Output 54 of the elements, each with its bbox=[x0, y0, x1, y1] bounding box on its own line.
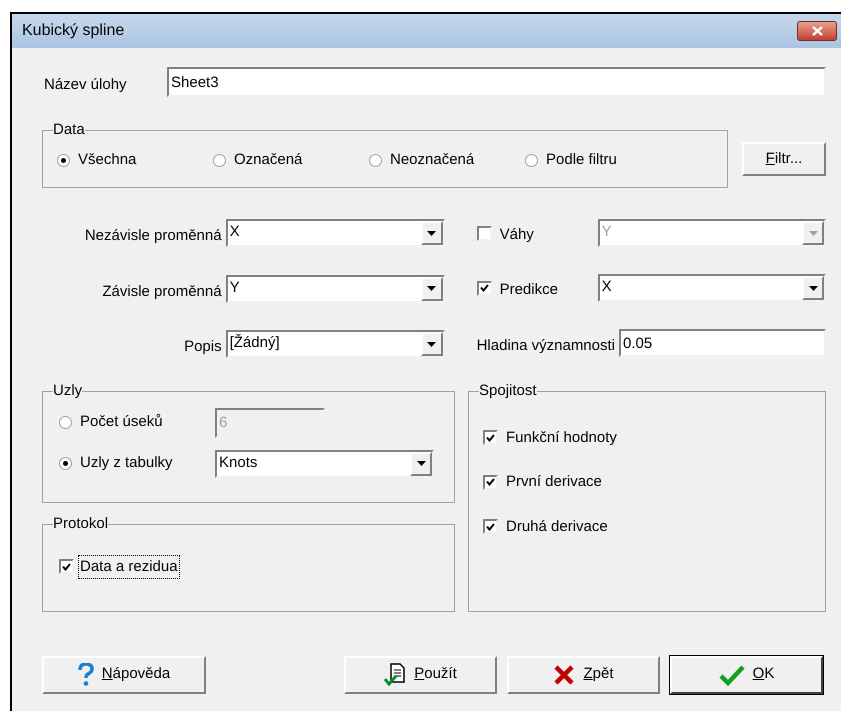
radio-button[interactable] bbox=[59, 416, 72, 429]
dropdown-field[interactable]: Knots bbox=[215, 450, 434, 478]
radio-button[interactable] bbox=[213, 154, 226, 166]
checkbox-label: První derivace bbox=[506, 472, 602, 492]
close-icon bbox=[812, 26, 822, 36]
checkbox[interactable] bbox=[483, 474, 498, 490]
field-label: Hladina významnosti bbox=[476, 336, 615, 356]
field-label: Nezávisle proměnná bbox=[84, 226, 222, 246]
dropdown-field[interactable]: X bbox=[226, 219, 445, 248]
radio-label: Počet úseků bbox=[80, 412, 164, 432]
radio-button[interactable] bbox=[57, 154, 70, 166]
radio-button[interactable] bbox=[525, 154, 538, 166]
checkbox-label: Funkční hodnoty bbox=[506, 428, 617, 448]
check-icon bbox=[486, 434, 495, 442]
dropdown-field[interactable]: X bbox=[598, 274, 826, 302]
radio-button[interactable] bbox=[369, 154, 382, 166]
dropdown-field[interactable]: [Žádný] bbox=[226, 330, 445, 358]
radio-button[interactable] bbox=[59, 457, 72, 470]
checkbox-label: Predikce bbox=[500, 280, 559, 300]
cancel-button[interactable]: Zpět bbox=[507, 656, 660, 694]
checkbox-label: Váhy bbox=[500, 224, 535, 245]
field-label: Název úlohy bbox=[43, 74, 128, 94]
radio-label: Označená bbox=[234, 150, 302, 170]
check-icon bbox=[62, 562, 71, 571]
checkbox[interactable] bbox=[483, 430, 498, 446]
apply-button[interactable]: Použít bbox=[344, 656, 497, 694]
field-label: Závisle proměnná bbox=[102, 282, 222, 302]
cross-icon bbox=[553, 664, 576, 686]
close-button[interactable] bbox=[797, 21, 837, 41]
significance-field[interactable]: 0.05 bbox=[619, 329, 826, 358]
check-icon bbox=[486, 522, 495, 531]
checkbox-label: Data a rezidua bbox=[78, 554, 180, 579]
checkbox[interactable] bbox=[476, 280, 492, 296]
radio-label: Neoznačená bbox=[390, 150, 474, 170]
radio-label: Uzly z tabulky bbox=[80, 453, 174, 474]
radio-label: Podle filtru bbox=[546, 150, 617, 170]
window-title: Kubický spline bbox=[22, 21, 126, 41]
check-icon bbox=[486, 478, 495, 486]
checkbox[interactable] bbox=[483, 519, 498, 534]
filter-button[interactable]: Filtr... bbox=[742, 142, 826, 176]
checkbox[interactable] bbox=[59, 559, 74, 574]
checkbox-label: Druhá derivace bbox=[506, 516, 608, 536]
dropdown-field[interactable]: Y bbox=[226, 274, 445, 303]
help-button[interactable]: Nápověda bbox=[42, 656, 206, 694]
radio-label: Všechna bbox=[78, 150, 136, 170]
check-icon bbox=[480, 284, 489, 292]
question-mark-icon bbox=[78, 662, 94, 686]
group-title: Uzly bbox=[53, 382, 82, 400]
ok-button[interactable]: OK bbox=[670, 656, 823, 694]
group-title: Spojitost bbox=[479, 382, 537, 400]
task-name-field[interactable]: Sheet3 bbox=[167, 67, 826, 97]
document-check-icon bbox=[384, 662, 406, 686]
field-label: Popis bbox=[184, 337, 222, 357]
checkmark-icon bbox=[718, 664, 745, 686]
